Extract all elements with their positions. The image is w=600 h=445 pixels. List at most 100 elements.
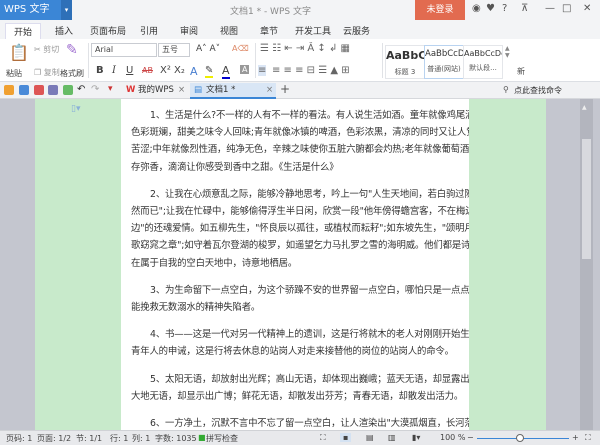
tab-developer[interactable]: 开发工具 [295,24,331,37]
bold-button[interactable]: B [96,65,104,76]
chevron-down-icon[interactable]: ▾ [61,0,72,20]
text-effect-icon[interactable]: A [190,65,198,78]
text-line: 1、生活是什么?不一样的人有不一样的看法。有人说生活如酒。童年就像鸡尾酒， [150,110,469,121]
help-button[interactable]: ? [502,3,507,14]
scroll-up-icon[interactable]: ▲ [582,104,587,111]
paragraph[interactable]: 2、让我在心烦意乱之际，能够冷静地思考，吟上一句"人生天地间，若白驹过隙，忽 然而… [131,186,469,272]
font-color-icon[interactable]: A [222,64,230,79]
zoom-out-button[interactable]: − [467,433,474,442]
open-icon[interactable] [4,85,14,95]
style-preview: AaBbCcDc [464,49,502,58]
cut-label: 剪切 [43,45,60,54]
text-line: 4、书——这是一代对另一代精神上的遗训，这是行将就木的老人对刚刚开始生活的 [150,329,469,341]
customize-icon[interactable]: ▾ [108,84,113,94]
maximize-button[interactable]: □ [562,3,571,14]
close-tab-icon[interactable]: × [178,83,185,98]
zoom-slider-handle[interactable] [516,434,524,442]
web-view-icon[interactable]: ▥ [388,433,396,442]
list-icons[interactable]: ☰ ☷ ⇤ ⇥ Ǎ ↕ ↲ ▦ [260,43,350,54]
spell-check-button[interactable]: 拼写检查 [206,433,238,444]
close-tab-icon[interactable]: × [266,83,273,98]
paste-button[interactable]: 粘贴 [6,68,22,79]
strikethrough-button[interactable]: AB [142,66,153,75]
vertical-scrollbar[interactable]: ▲ [580,99,593,430]
tab-chapter[interactable]: 章节 [260,24,278,37]
style-scroll[interactable]: ▲ ▼ [505,45,510,59]
cut-button[interactable]: ✂ 剪切 [34,44,59,55]
format-painter-icon[interactable]: ✎ [66,42,78,58]
style-name: 标题 3 [394,68,416,76]
align-left-icon[interactable]: ≡ [258,65,267,76]
app-menu-button[interactable]: WPS 文字 ▾ [0,0,72,20]
text-line: 5、太阳无语，却放射出光辉；高山无语，却体现出巍峨；蓝天无语，却显露出高远； [150,373,469,385]
align-icons[interactable]: ≡ ≡ ≡ ⊟ ☰ ▲ ⊞ [272,65,350,76]
close-button[interactable]: ✕ [583,3,591,14]
paragraph[interactable]: 6、一方净土，沉默不言中不忘了留一点空白，让人渲染出"大漠孤烟直，长河落日圆"的… [131,415,469,430]
underline-button[interactable]: U [126,65,133,76]
highlight-icon[interactable]: ✎ [205,65,214,78]
zoom-in-button[interactable]: + [572,433,579,442]
new-style-button[interactable]: 新 [517,66,525,77]
outline-view-icon[interactable]: ▤ [366,433,374,442]
quick-access-bar: ↶ ↷ ▾ W 我的WPS × ▤ 文档1 * × + ⚲ 点此查找命令 [0,82,600,99]
char-shading-icon[interactable]: A [240,65,250,74]
page-view-icon[interactable]: ▪ [340,433,352,442]
tab-insert[interactable]: 插入 [55,24,73,37]
style-heading3[interactable]: AaBbC 标题 3 [385,45,425,79]
font-select[interactable]: Arial [91,43,157,57]
scroll-thumb[interactable] [582,139,591,259]
style-normal-web[interactable]: AaBbCcD 普通(网站) [424,45,464,79]
document-page[interactable]: 1、生活是什么?不一样的人有不一样的看法。有人说生活如酒。童年就像鸡尾酒， 色彩斑… [121,99,469,430]
window-title: 文档1 * - WPS 文字 [230,7,311,17]
text-line: 苦涩;中年就像烈性酒，纯净无色，辛辣之味使你五脏六腑都会灼热;老年就像葡萄酒，久 [131,144,469,156]
fullscreen-icon[interactable]: ⛶ [320,433,326,443]
text-line: 色彩斑斓，甜美之味令人回味;青年就像冰镇的啤酒，色彩浓黑，清凉的同时又让人觉得 [131,127,469,139]
reading-mode-icon[interactable]: ▮▾ [412,433,420,442]
skin-icon[interactable]: ◉ [472,3,481,14]
print-preview-icon[interactable] [63,85,73,95]
copy-label: 复制 [43,68,60,77]
font-grow-icon[interactable]: A˄ A˅ [196,44,220,54]
section: 节: 1/1 [76,434,103,443]
tab-page-layout[interactable]: 页面布局 [90,24,126,37]
search-icon: ⚲ [503,85,509,94]
redo-icon[interactable]: ↷ [91,84,99,95]
font-size-select[interactable]: 五号 [158,43,190,57]
command-search[interactable]: 点此查找命令 [514,85,562,96]
paragraph[interactable]: 1、生活是什么?不一样的人有不一样的看法。有人说生活如酒。童年就像鸡尾酒， 色彩斑… [131,107,469,176]
superscript-icon[interactable]: X² X₂ [160,65,185,76]
save-icon[interactable] [19,85,29,95]
tab-references[interactable]: 引用 [140,24,158,37]
export-pdf-icon[interactable] [34,85,44,95]
paste-icon[interactable]: 📋 [9,43,29,62]
print-icon[interactable] [48,85,58,95]
paragraph[interactable]: 3、为生命留下一点空白，为这个骄躁不安的世界留一点空白，哪怕只是一点点，却 能挽救… [131,282,469,316]
paragraph[interactable]: 5、太阳无语，却放射出光辉；高山无语，却体现出巍峨；蓝天无语，却显露出高远； 大地… [131,371,469,405]
tab-view[interactable]: 视图 [220,24,238,37]
page-options-icon[interactable]: ▯▾ [71,104,80,114]
doc-tab-document1[interactable]: ▤ 文档1 * × [190,83,276,99]
fit-icon[interactable]: ⛶ [585,433,591,443]
text-line: 3、为生命留下一点空白，为这个骄躁不安的世界留一点空白，哪怕只是一点点，却 [150,284,469,296]
text-line: 歌窈窕之章";如守着瓦尔登湖的梭罗，如遥望乞力马扎罗之雪的海明威。他们都是诗人， [131,240,469,252]
italic-button[interactable]: I [112,65,116,76]
doc-tab-my-wps[interactable]: W 我的WPS × [122,83,188,99]
undo-icon[interactable]: ↶ [77,84,85,95]
clear-format-icon[interactable]: A⌫ [232,44,249,53]
style-preview: AaBbC [386,49,424,62]
format-painter-button[interactable]: 格式刷 [60,68,84,79]
minimize-button[interactable]: — [545,3,555,14]
text-line: 青年人的申诫，这是行将去休息的站岗人对走来接替他的岗位的站岗人的命令。 [131,346,454,358]
tab-cloud[interactable]: 云服务 [343,24,370,37]
style-default[interactable]: AaBbCcDc 默认段... [463,45,503,79]
pin-icon[interactable]: ⊼ [521,3,528,14]
new-tab-button[interactable]: + [280,82,290,96]
paragraph[interactable]: 4、书——这是一代对另一代精神上的遗训，这是行将就木的老人对刚刚开始生活的青年人… [131,326,469,360]
tab-review[interactable]: 审阅 [180,24,198,37]
login-button[interactable]: 未登录 [415,0,465,20]
shirt-icon[interactable]: ♥ [486,3,495,14]
word-count[interactable]: 字数: 1035 [155,433,197,444]
text-line: 6、一方净土，沉默不言中不忘了留一点空白，让人渲染出"大漠孤烟直，长河落日圆" [150,418,469,430]
copy-button[interactable]: ❐ 复制 [34,67,60,78]
tab-home[interactable]: 开始 [5,23,42,39]
